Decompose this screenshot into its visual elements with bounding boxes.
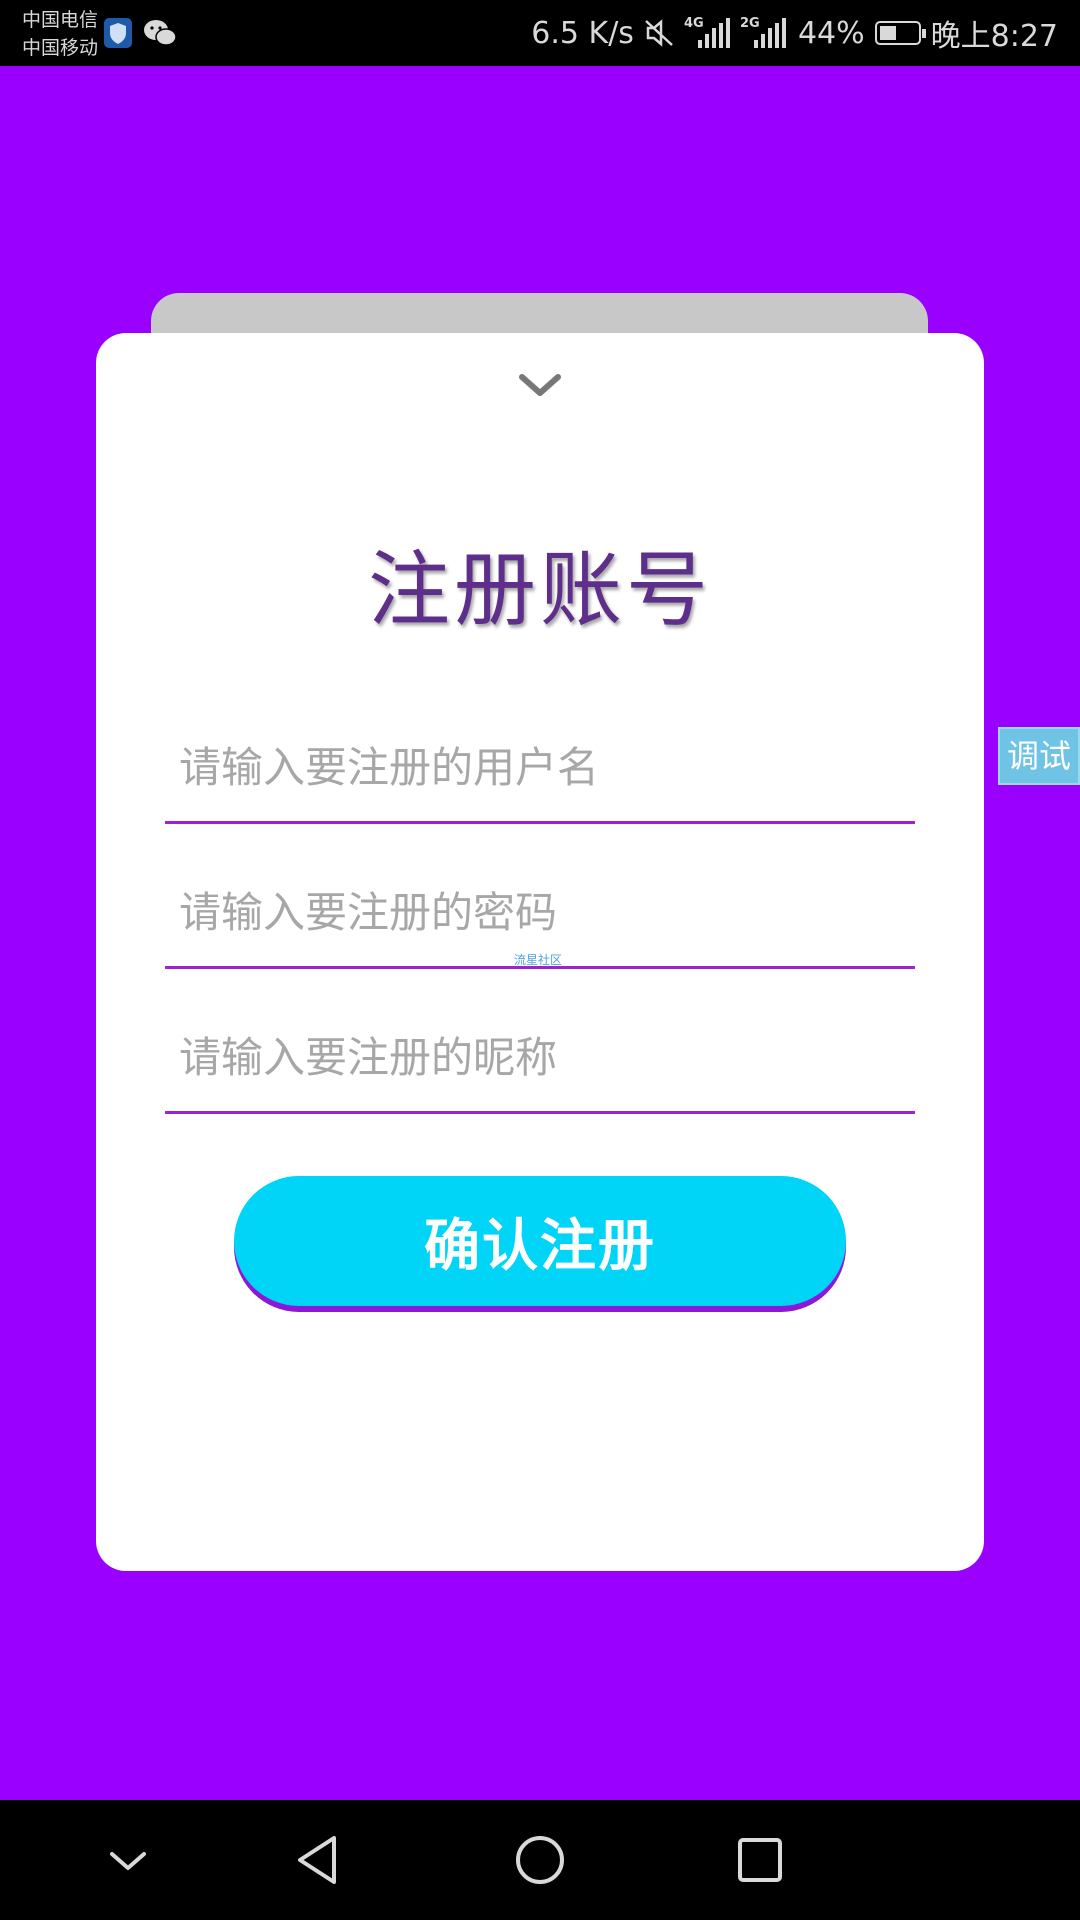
nickname-input[interactable] xyxy=(177,1021,901,1093)
chevron-down-icon[interactable] xyxy=(518,371,562,399)
status-bar: 中国电信 中国移动 6.5 K/s 4G 2G 44% 晚上8:27 xyxy=(0,0,1080,66)
navigation-bar xyxy=(0,1800,1080,1920)
signal-icon: 2G xyxy=(740,16,788,48)
back-icon[interactable] xyxy=(290,1830,350,1890)
page-title: 注册账号 xyxy=(367,543,712,638)
clock: 晚上8:27 xyxy=(930,19,1058,54)
username-field xyxy=(165,711,915,824)
hide-nav-icon[interactable] xyxy=(98,1830,158,1890)
nickname-field xyxy=(165,1001,915,1114)
watermark: 流星社区 xyxy=(514,953,563,967)
recents-icon[interactable] xyxy=(730,1830,790,1890)
confirm-register-button[interactable]: 确认注册 xyxy=(234,1176,846,1306)
net-speed: 6.5 K/s xyxy=(531,15,634,51)
password-input[interactable] xyxy=(177,876,901,948)
carrier-info: 中国电信 中国移动 xyxy=(22,6,98,62)
signal-icon: 4G xyxy=(684,16,732,48)
register-card: 注册账号 流星社区 确认注册 xyxy=(96,333,984,1571)
mute-icon xyxy=(645,19,673,47)
battery-icon xyxy=(874,21,926,45)
status-right: 6.5 K/s 4G 2G 44% 晚上8:27 xyxy=(531,0,1058,66)
home-icon[interactable] xyxy=(510,1830,570,1890)
username-input[interactable] xyxy=(177,731,901,803)
shield-icon xyxy=(104,18,132,48)
debug-tab[interactable]: 调试 xyxy=(998,727,1080,785)
carrier-2: 中国移动 xyxy=(22,37,99,59)
battery-percent: 44% xyxy=(797,15,865,51)
carrier-1: 中国电信 xyxy=(22,9,99,31)
wechat-icon xyxy=(144,20,177,46)
